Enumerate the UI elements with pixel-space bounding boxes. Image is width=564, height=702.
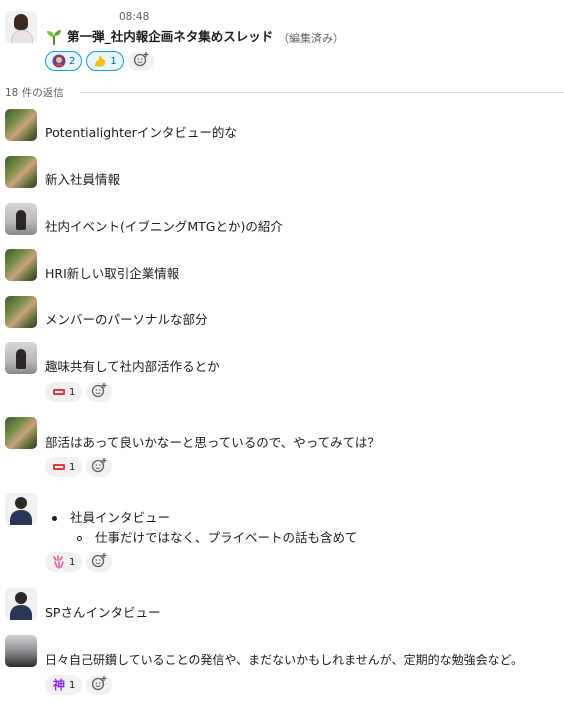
flexed-biceps-emoji-icon bbox=[93, 54, 107, 68]
purple-avatar-emoji-icon bbox=[52, 54, 66, 68]
add-reaction-icon bbox=[91, 552, 107, 572]
reply-avatar[interactable] bbox=[5, 635, 37, 667]
reaction-count: 2 bbox=[69, 55, 76, 67]
add-reaction-icon bbox=[91, 382, 107, 402]
reply-text: 部活はあって良いかなーと思っているので、やってみては？ bbox=[45, 435, 380, 450]
reply-avatar[interactable] bbox=[5, 493, 37, 525]
reply-text: メンバーのパーソナルな部分 bbox=[45, 312, 208, 327]
sub-bullet-text: 仕事だけではなく、プライベートの話も含めて bbox=[95, 530, 358, 545]
reaction-count: 1 bbox=[110, 55, 117, 67]
reply-avatar[interactable] bbox=[5, 417, 37, 449]
reaction-confetti[interactable]: 1 bbox=[45, 552, 83, 572]
parent-author-avatar[interactable] bbox=[5, 11, 37, 43]
add-reaction-icon bbox=[91, 675, 107, 695]
reply-avatar[interactable] bbox=[5, 156, 37, 188]
reply-reactions: 神 1 bbox=[45, 675, 113, 695]
sticker-emoji-icon bbox=[52, 385, 66, 399]
reaction-sticker[interactable]: 1 bbox=[45, 382, 83, 402]
add-reaction-icon bbox=[133, 51, 149, 71]
reply-avatar[interactable] bbox=[5, 109, 37, 141]
reply-text: 社内イベント(イブニングMTGとか)の紹介 bbox=[45, 219, 283, 234]
edited-label: （編集済み） bbox=[278, 32, 344, 45]
reaction-count: 1 bbox=[69, 461, 76, 473]
parent-message-title: 第一弾_社内報企画ネタ集めスレッド bbox=[67, 29, 274, 44]
sub-bullet-ring bbox=[77, 536, 82, 541]
sprout-icon bbox=[45, 28, 63, 46]
reaction-sticker[interactable]: 1 bbox=[45, 457, 83, 477]
reply-avatar[interactable] bbox=[5, 296, 37, 328]
reply-count[interactable]: 18 件の返信 bbox=[5, 85, 64, 100]
reaction-kami[interactable]: 神 1 bbox=[45, 675, 83, 695]
reply-avatar[interactable] bbox=[5, 203, 37, 235]
bullet-text: 社員インタビュー bbox=[70, 510, 171, 525]
add-reaction-icon bbox=[91, 457, 107, 477]
reaction-count: 1 bbox=[69, 556, 76, 568]
add-reaction-button[interactable] bbox=[127, 51, 154, 71]
add-reaction-button[interactable] bbox=[86, 457, 113, 477]
reaction-flexed-biceps[interactable]: 1 bbox=[86, 51, 124, 71]
confetti-emoji-icon bbox=[52, 555, 66, 569]
reply-text: 新入社員情報 bbox=[45, 172, 121, 187]
reply-text: 趣味共有して社内部活作るとか bbox=[45, 359, 220, 374]
kami-kanji-emoji-icon: 神 bbox=[52, 678, 65, 692]
divider bbox=[80, 92, 564, 93]
add-reaction-button[interactable] bbox=[86, 382, 113, 402]
reply-reactions: 1 bbox=[45, 457, 113, 477]
reply-avatar[interactable] bbox=[5, 249, 37, 281]
reply-reactions: 1 bbox=[45, 382, 113, 402]
bullet-dot bbox=[52, 516, 57, 521]
reaction-count: 1 bbox=[69, 386, 76, 398]
reply-text: SPさんインタビュー bbox=[45, 605, 161, 620]
reaction-count: 1 bbox=[69, 679, 76, 691]
reply-text: HRI新しい取引企業情報 bbox=[45, 266, 180, 281]
reaction-purple-avatar[interactable]: 2 bbox=[45, 51, 83, 71]
parent-reactions: 2 1 bbox=[45, 51, 154, 71]
add-reaction-button[interactable] bbox=[86, 675, 113, 695]
sticker-emoji-icon bbox=[52, 460, 66, 474]
reply-text: 日々自己研鑽していることの発信や、まだないかもしれませんが、定期的な勉強会など。 bbox=[45, 653, 523, 667]
reply-avatar[interactable] bbox=[5, 342, 37, 374]
timestamp[interactable]: 08:48 bbox=[119, 11, 149, 23]
reply-reactions: 1 bbox=[45, 552, 113, 572]
reply-avatar[interactable] bbox=[5, 588, 37, 620]
reply-text: Potentialighterインタビュー的な bbox=[45, 125, 237, 140]
add-reaction-button[interactable] bbox=[86, 552, 113, 572]
